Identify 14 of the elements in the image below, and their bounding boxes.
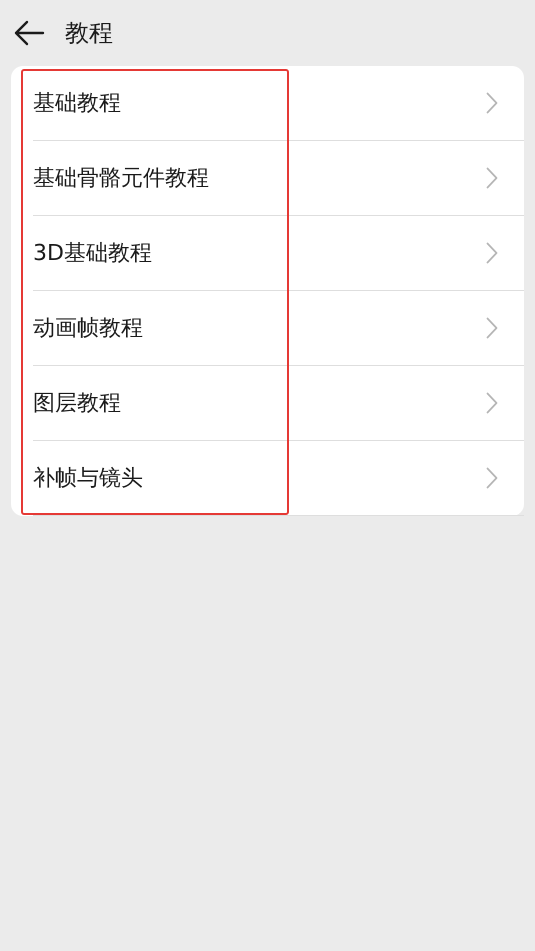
menu-item[interactable]: 动画帧教程 [33,313,143,343]
page-title: 教程 [65,18,113,49]
chevron-right-icon [486,92,498,114]
back-arrow-icon[interactable] [13,20,45,46]
menu-item[interactable]: 基础骨骼元件教程 [33,163,209,193]
chevron-right-icon [486,242,498,264]
menu-item[interactable]: 补帧与镜头 [33,463,143,493]
menu-item[interactable]: 图层教程 [33,388,121,418]
chevron-right-icon [486,167,498,189]
menu-item[interactable]: 3D基础教程 [33,238,152,268]
menu-item[interactable]: 基础教程 [33,88,121,118]
chevron-right-icon [486,317,498,339]
chevron-right-icon [486,392,498,414]
chevron-right-icon [486,467,498,489]
